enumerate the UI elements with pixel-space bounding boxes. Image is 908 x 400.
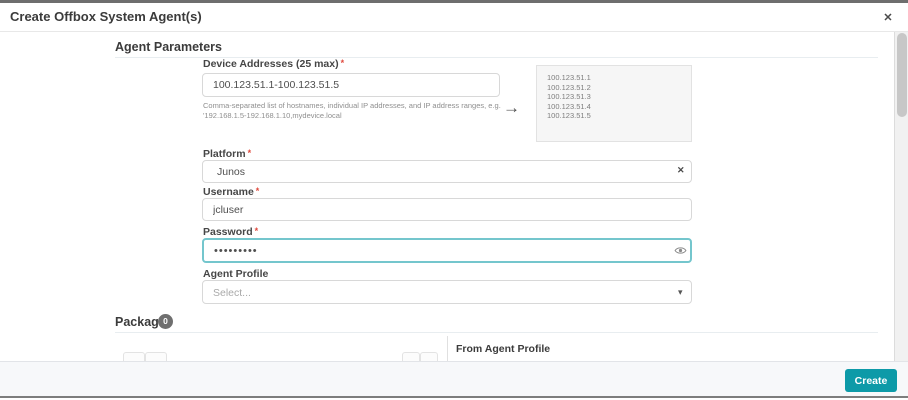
resolved-address: 100.123.51.2	[547, 83, 691, 93]
select-placeholder: Select...	[213, 287, 251, 299]
platform-input[interactable]	[202, 160, 692, 183]
required-asterisk: *	[256, 186, 260, 196]
section-divider	[115, 332, 878, 333]
resolved-address: 100.123.51.4	[547, 102, 691, 112]
column-divider	[447, 336, 448, 362]
resolved-address: 100.123.51.5	[547, 111, 691, 121]
eye-icon[interactable]	[674, 244, 687, 262]
resolved-addresses-preview: 100.123.51.1 100.123.51.2 100.123.51.3 1…	[536, 65, 692, 142]
device-addresses-input[interactable]	[202, 73, 500, 97]
create-button[interactable]: Create	[845, 369, 897, 392]
device-addresses-helper: Comma-separated list of hostnames, indiv…	[203, 101, 503, 121]
username-input[interactable]	[202, 198, 692, 221]
column-header-from-agent-profile: From Agent Profile	[456, 343, 550, 355]
clear-icon[interactable]: ✕	[677, 165, 685, 176]
required-asterisk: *	[255, 226, 259, 236]
username-label: Username*	[203, 186, 259, 198]
window-top-edge	[0, 0, 908, 3]
required-asterisk: *	[248, 148, 252, 158]
agent-profile-select[interactable]: Select...	[202, 280, 692, 304]
platform-label: Platform*	[203, 148, 251, 160]
packages-count-badge: 0	[158, 314, 173, 329]
header-divider	[0, 31, 908, 32]
resolved-address: 100.123.51.1	[547, 73, 691, 83]
chevron-down-icon[interactable]: ▾	[678, 287, 683, 298]
scrollbar-thumb[interactable]	[897, 33, 907, 117]
password-label: Password*	[203, 226, 258, 238]
section-title-agent-parameters: Agent Parameters	[115, 40, 222, 54]
device-addresses-label: Device Addresses (25 max)*	[203, 58, 344, 70]
agent-profile-label: Agent Profile	[203, 268, 268, 280]
close-icon[interactable]: ✕	[880, 10, 896, 26]
window-bottom-edge	[0, 396, 908, 398]
arrow-right-icon: →	[503, 98, 520, 118]
scrollbar-track[interactable]	[894, 32, 908, 361]
resolved-address: 100.123.51.3	[547, 92, 691, 102]
create-offbox-agent-modal: Create Offbox System Agent(s) ✕ Agent Pa…	[0, 0, 908, 400]
password-input[interactable]	[202, 238, 692, 263]
required-asterisk: *	[341, 58, 345, 68]
modal-footer: Create	[0, 361, 908, 396]
page-title: Create Offbox System Agent(s)	[10, 9, 202, 24]
